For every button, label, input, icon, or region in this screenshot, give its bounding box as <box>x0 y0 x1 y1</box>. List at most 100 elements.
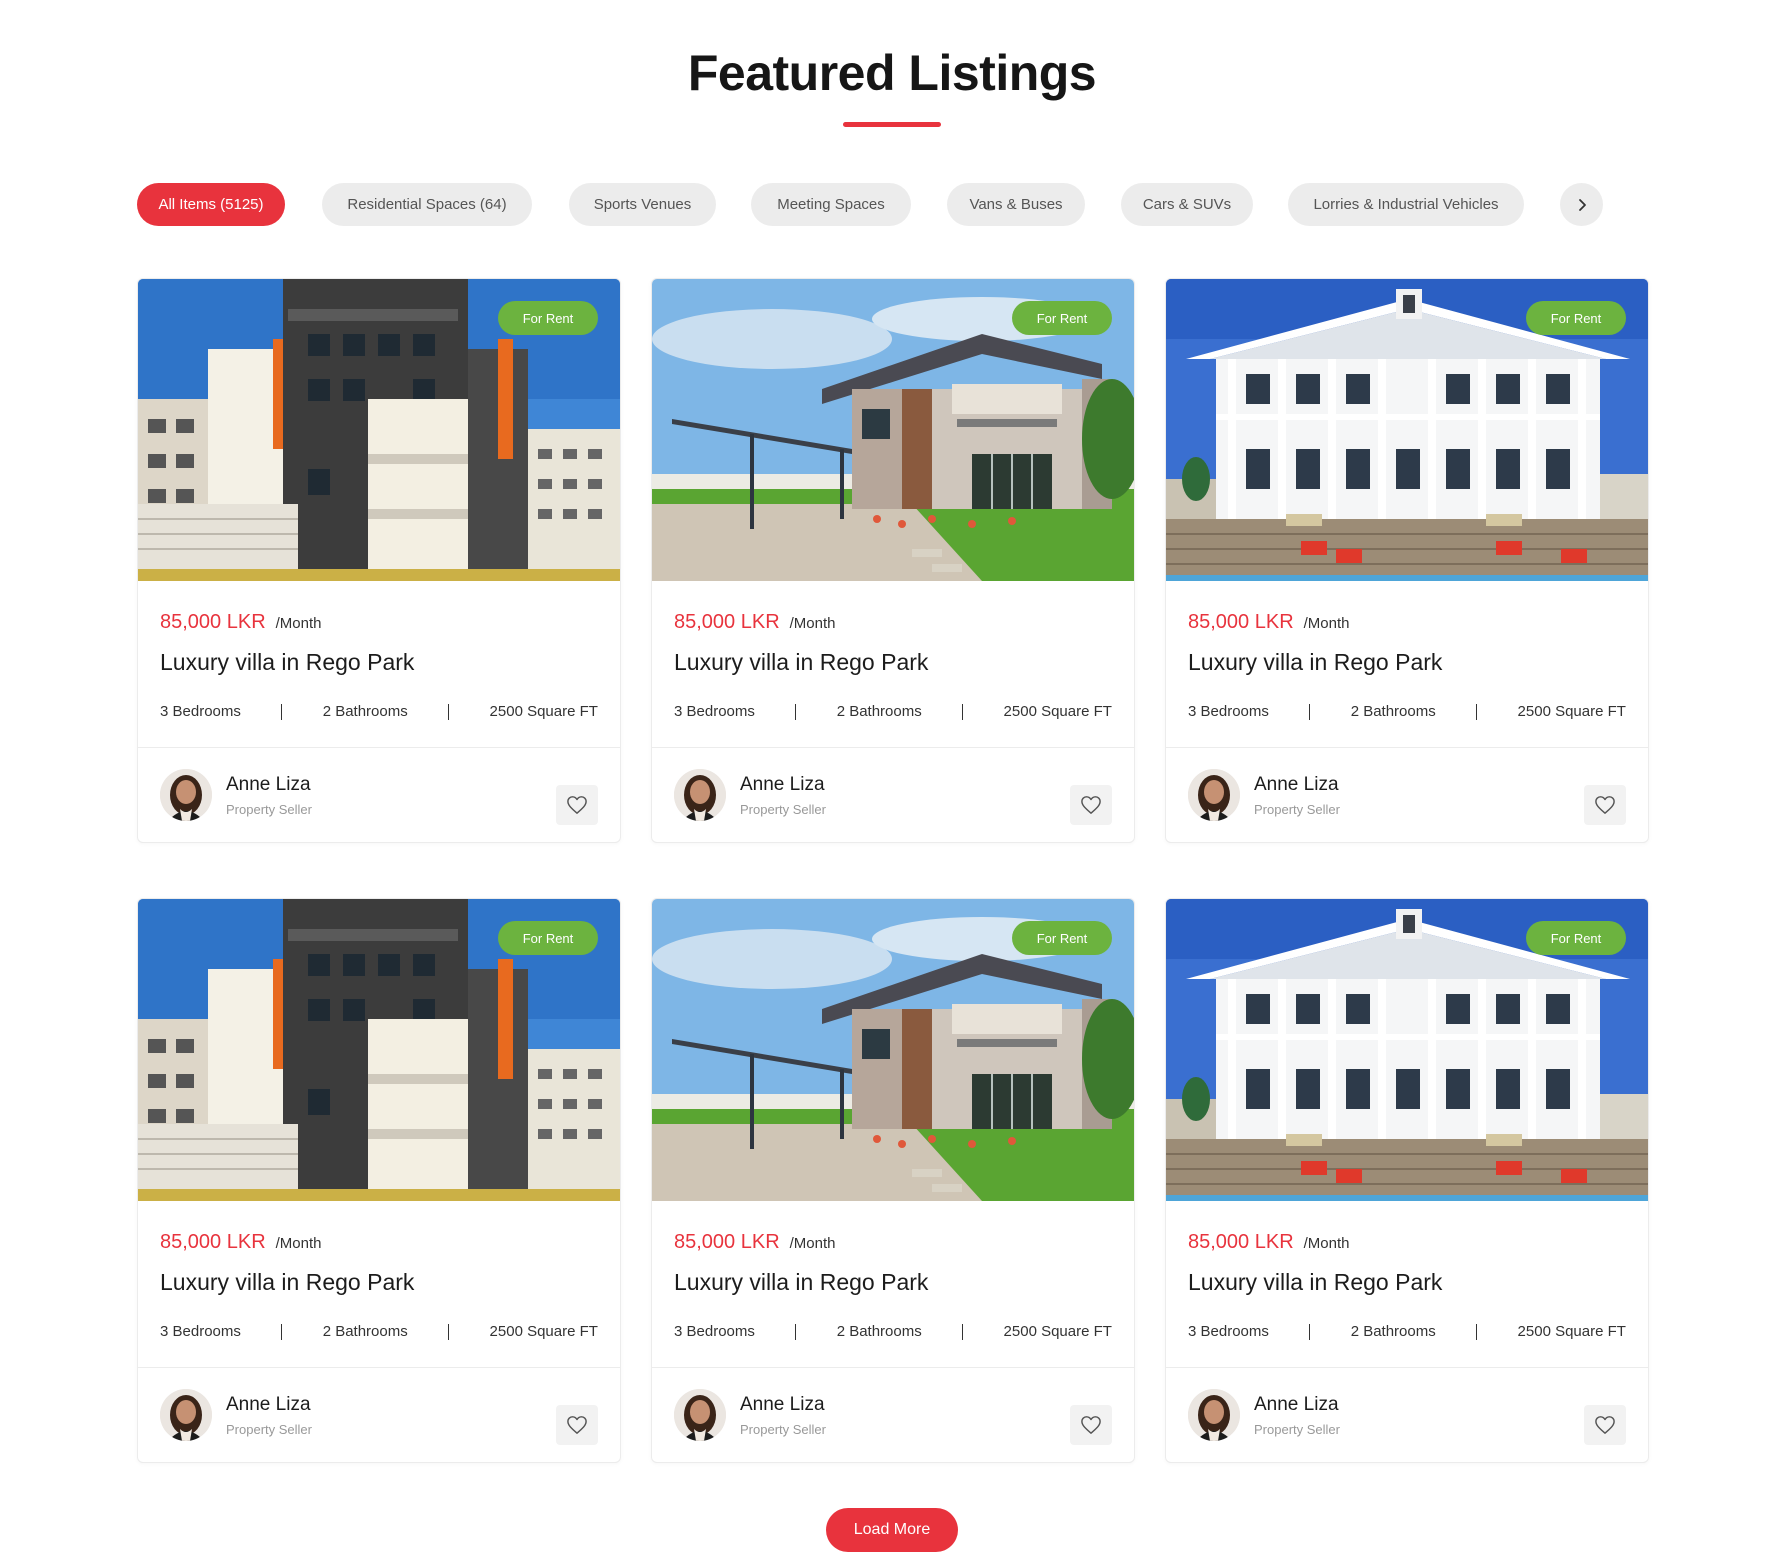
listing-price: 85,000 LKR <box>1188 611 1294 633</box>
area-size: 2500 Square FT <box>1517 703 1626 720</box>
chevron-right-icon <box>1578 198 1586 211</box>
card-divider <box>1166 1367 1648 1368</box>
filter-chip-lorries-industrial[interactable]: Lorries & Industrial Vehicles <box>1288 183 1524 226</box>
filter-chip-sports-venues[interactable]: Sports Venues <box>569 183 716 226</box>
listing-card[interactable]: For Rent 85,000 LKR/Month Luxury villa in … <box>1165 898 1649 1463</box>
spec-divider <box>448 703 450 720</box>
listing-card[interactable]: For Rent 85,000 LKR/Month Luxury villa in … <box>651 278 1135 843</box>
area-size: 2500 Square FT <box>1003 703 1112 720</box>
seller-avatar-image <box>160 1389 212 1441</box>
bathrooms-count: 2 Bathrooms <box>322 1323 408 1340</box>
listing-title[interactable]: Luxury villa in Rego Park <box>160 1269 414 1296</box>
spec-divider <box>1309 703 1311 720</box>
seller-info: Anne Liza Property Seller <box>1188 1389 1340 1441</box>
section-title: Featured Listings <box>687 45 1097 101</box>
seller-role: Property Seller <box>740 801 826 817</box>
title-underline-short <box>927 122 941 127</box>
favorite-button[interactable] <box>1070 1405 1112 1445</box>
for-rent-badge: For Rent <box>1012 301 1112 335</box>
listing-card[interactable]: For Rent 85,000 LKR/Month Luxury villa in … <box>1165 278 1649 843</box>
category-filters: All Items (5125) Residential Spaces (64)… <box>137 183 1607 226</box>
card-divider <box>138 747 620 748</box>
listing-price: 85,000 LKR <box>1188 1231 1294 1253</box>
bathrooms-count: 2 Bathrooms <box>1350 703 1436 720</box>
card-divider <box>652 747 1134 748</box>
heart-icon <box>1081 796 1101 814</box>
card-divider <box>652 1367 1134 1368</box>
filter-chip-cars-suvs[interactable]: Cars & SUVs <box>1121 183 1253 226</box>
price-period: /Month <box>789 615 836 632</box>
load-more-button[interactable]: Load More <box>826 1508 958 1552</box>
price-row: 85,000 LKR/Month <box>160 611 322 634</box>
listing-price: 85,000 LKR <box>160 1231 266 1253</box>
price-period: /Month <box>1303 1235 1350 1252</box>
seller-role: Property Seller <box>740 1421 826 1437</box>
listing-title[interactable]: Luxury villa in Rego Park <box>160 649 414 676</box>
price-row: 85,000 LKR/Month <box>674 611 836 634</box>
seller-name: Anne Liza <box>1254 773 1339 795</box>
seller-avatar-image <box>160 769 212 821</box>
listing-card[interactable]: For Rent 85,000 LKR/Month Luxury villa in … <box>137 898 621 1463</box>
filter-chip-residential-spaces[interactable]: Residential Spaces (64) <box>322 183 532 226</box>
listing-specs: 3 Bedrooms 2 Bathrooms 2500 Square FT <box>160 703 598 720</box>
bathrooms-count: 2 Bathrooms <box>836 1323 922 1340</box>
seller-info: Anne Liza Property Seller <box>1188 769 1340 821</box>
price-period: /Month <box>1303 615 1350 632</box>
listing-price: 85,000 LKR <box>674 1231 780 1253</box>
for-rent-badge: For Rent <box>1526 921 1626 955</box>
seller-avatar-image <box>674 769 726 821</box>
listing-title[interactable]: Luxury villa in Rego Park <box>674 1269 928 1296</box>
spec-divider <box>1309 1323 1311 1340</box>
bathrooms-count: 2 Bathrooms <box>322 703 408 720</box>
price-row: 85,000 LKR/Month <box>674 1231 836 1254</box>
seller-avatar-image <box>1188 769 1240 821</box>
avatar <box>1188 1389 1240 1441</box>
favorite-button[interactable] <box>1584 785 1626 825</box>
bedrooms-count: 3 Bedrooms <box>674 1323 755 1340</box>
filter-chip-vans-buses[interactable]: Vans & Buses <box>947 183 1085 226</box>
heart-icon <box>567 1416 587 1434</box>
seller-name: Anne Liza <box>740 773 825 795</box>
favorite-button[interactable] <box>1070 785 1112 825</box>
area-size: 2500 Square FT <box>1003 1323 1112 1340</box>
filter-chip-meeting-spaces[interactable]: Meeting Spaces <box>751 183 911 226</box>
listing-specs: 3 Bedrooms 2 Bathrooms 2500 Square FT <box>674 1323 1112 1340</box>
spec-divider <box>795 703 797 720</box>
seller-role: Property Seller <box>226 801 312 817</box>
avatar <box>160 769 212 821</box>
favorite-button[interactable] <box>1584 1405 1626 1445</box>
bedrooms-count: 3 Bedrooms <box>1188 703 1269 720</box>
listing-card[interactable]: For Rent 85,000 LKR/Month Luxury villa in … <box>651 898 1135 1463</box>
area-size: 2500 Square FT <box>1517 1323 1626 1340</box>
filters-next-button[interactable] <box>1560 183 1603 226</box>
heart-icon <box>1595 1416 1615 1434</box>
seller-name: Anne Liza <box>226 773 311 795</box>
price-row: 85,000 LKR/Month <box>1188 611 1350 634</box>
price-period: /Month <box>789 1235 836 1252</box>
for-rent-badge: For Rent <box>1526 301 1626 335</box>
favorite-button[interactable] <box>556 1405 598 1445</box>
seller-role: Property Seller <box>1254 1421 1340 1437</box>
bedrooms-count: 3 Bedrooms <box>160 703 241 720</box>
avatar <box>674 769 726 821</box>
area-size: 2500 Square FT <box>489 703 598 720</box>
for-rent-badge: For Rent <box>1012 921 1112 955</box>
filter-chip-all-items[interactable]: All Items (5125) <box>137 183 285 226</box>
card-divider <box>138 1367 620 1368</box>
price-period: /Month <box>275 615 322 632</box>
spec-divider <box>1476 1323 1478 1340</box>
seller-avatar-image <box>1188 1389 1240 1441</box>
heart-icon <box>1595 796 1615 814</box>
listing-title[interactable]: Luxury villa in Rego Park <box>1188 649 1442 676</box>
spec-divider <box>281 703 283 720</box>
listing-card[interactable]: For Rent 85,000 LKR/Month Luxury villa in … <box>137 278 621 843</box>
seller-name: Anne Liza <box>226 1393 311 1415</box>
seller-info: Anne Liza Property Seller <box>674 1389 826 1441</box>
spec-divider <box>281 1323 283 1340</box>
listing-title[interactable]: Luxury villa in Rego Park <box>674 649 928 676</box>
listing-title[interactable]: Luxury villa in Rego Park <box>1188 1269 1442 1296</box>
heart-icon <box>567 796 587 814</box>
seller-role: Property Seller <box>226 1421 312 1437</box>
favorite-button[interactable] <box>556 785 598 825</box>
bathrooms-count: 2 Bathrooms <box>836 703 922 720</box>
